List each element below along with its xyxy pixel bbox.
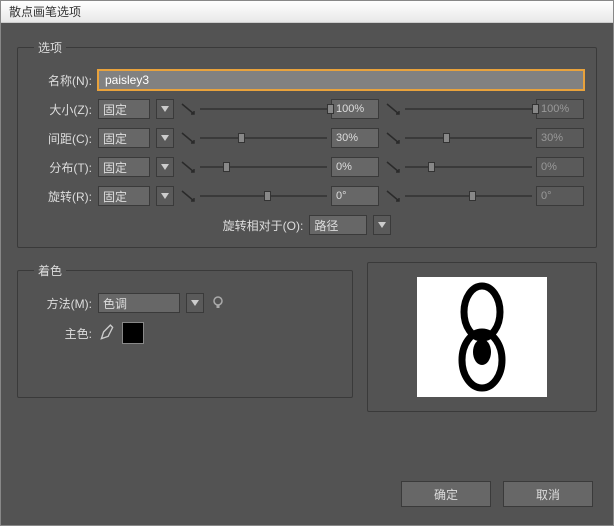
colorize-legend: 着色: [34, 262, 66, 279]
mode-select[interactable]: 固定: [98, 128, 150, 148]
preview-panel: [367, 262, 597, 412]
slider-2: [405, 160, 532, 174]
chevron-down-icon: [161, 164, 169, 170]
brush-preview-icon: [442, 282, 522, 392]
value-2: 0%: [536, 157, 584, 177]
keycolor-row: 主色:: [30, 322, 340, 344]
option-label: 大小(Z):: [30, 101, 92, 118]
rotate-rel-dropdown[interactable]: [373, 215, 391, 235]
options-legend: 选项: [34, 39, 66, 56]
preview-canvas: [417, 277, 547, 397]
mode-dropdown[interactable]: [156, 157, 174, 177]
slider-group-2: 30%: [385, 128, 584, 148]
slider-1[interactable]: [200, 131, 327, 145]
mode-select[interactable]: 固定: [98, 99, 150, 119]
slider-1[interactable]: [200, 189, 327, 203]
slider-2: [405, 189, 532, 203]
scatter-brush-dialog: 散点画笔选项 选项 名称(N): 大小(Z): 固定 100% 100% 间距(C): 固…: [0, 0, 614, 526]
flip-icon: [385, 189, 401, 203]
value-2: 0°: [536, 186, 584, 206]
lower-container: 着色 方法(M): 色调 主色:: [17, 262, 597, 412]
method-value: 色调: [103, 295, 127, 312]
mode-dropdown[interactable]: [156, 186, 174, 206]
slider-2: [405, 131, 532, 145]
slider-group-1: 30%: [180, 128, 379, 148]
option-label: 旋转(R):: [30, 188, 92, 205]
method-dropdown[interactable]: [186, 293, 204, 313]
chevron-down-icon: [191, 300, 199, 306]
colorize-fieldset: 着色 方法(M): 色调 主色:: [17, 262, 353, 398]
option-row: 间距(C): 固定 30% 30%: [30, 128, 584, 148]
method-label: 方法(M):: [30, 295, 92, 312]
titlebar: 散点画笔选项: [1, 1, 613, 23]
flip-icon[interactable]: [180, 102, 196, 116]
flip-icon[interactable]: [180, 189, 196, 203]
slider-group-2: 0°: [385, 186, 584, 206]
method-row: 方法(M): 色调: [30, 293, 340, 313]
chevron-down-icon: [161, 193, 169, 199]
rotate-rel-value: 路径: [314, 217, 338, 234]
eyedropper-icon[interactable]: [98, 324, 116, 342]
flip-icon: [385, 160, 401, 174]
flip-icon[interactable]: [180, 131, 196, 145]
name-row: 名称(N):: [30, 70, 584, 90]
slider-group-1: 0%: [180, 157, 379, 177]
mode-dropdown[interactable]: [156, 128, 174, 148]
option-row: 分布(T): 固定 0% 0%: [30, 157, 584, 177]
chevron-down-icon: [378, 222, 386, 228]
flip-icon: [385, 102, 401, 116]
keycolor-label: 主色:: [30, 325, 92, 342]
value-1[interactable]: 0°: [331, 186, 379, 206]
slider-group-1: 100%: [180, 99, 379, 119]
mode-select[interactable]: 固定: [98, 157, 150, 177]
slider-1[interactable]: [200, 160, 327, 174]
slider-group-2: 0%: [385, 157, 584, 177]
flip-icon[interactable]: [180, 160, 196, 174]
dialog-title: 散点画笔选项: [9, 5, 81, 19]
slider-1[interactable]: [200, 102, 327, 116]
keycolor-swatch[interactable]: [122, 322, 144, 344]
slider-group-1: 0°: [180, 186, 379, 206]
dialog-body: 选项 名称(N): 大小(Z): 固定 100% 100% 间距(C): 固定 30% 30%…: [1, 23, 613, 525]
slider-2: [405, 102, 532, 116]
mode-select[interactable]: 固定: [98, 186, 150, 206]
value-1[interactable]: 30%: [331, 128, 379, 148]
option-row: 旋转(R): 固定 0° 0°: [30, 186, 584, 206]
cancel-button[interactable]: 取消: [503, 481, 593, 507]
name-input[interactable]: [98, 70, 584, 90]
tip-icon[interactable]: [210, 295, 226, 311]
rotate-rel-select[interactable]: 路径: [309, 215, 367, 235]
value-2: 100%: [536, 99, 584, 119]
ok-button[interactable]: 确定: [401, 481, 491, 507]
rotate-rel-label: 旋转相对于(O):: [223, 217, 304, 234]
rotate-relative-row: 旋转相对于(O): 路径: [30, 215, 584, 235]
options-fieldset: 选项 名称(N): 大小(Z): 固定 100% 100% 间距(C): 固定 30% 30%…: [17, 39, 597, 248]
name-label: 名称(N):: [30, 72, 92, 89]
value-1[interactable]: 0%: [331, 157, 379, 177]
method-select[interactable]: 色调: [98, 293, 180, 313]
button-bar: 确定 取消: [401, 481, 593, 507]
slider-group-2: 100%: [385, 99, 584, 119]
value-1[interactable]: 100%: [331, 99, 379, 119]
mode-dropdown[interactable]: [156, 99, 174, 119]
chevron-down-icon: [161, 135, 169, 141]
option-row: 大小(Z): 固定 100% 100%: [30, 99, 584, 119]
option-label: 间距(C):: [30, 130, 92, 147]
chevron-down-icon: [161, 106, 169, 112]
flip-icon: [385, 131, 401, 145]
option-label: 分布(T):: [30, 159, 92, 176]
value-2: 30%: [536, 128, 584, 148]
